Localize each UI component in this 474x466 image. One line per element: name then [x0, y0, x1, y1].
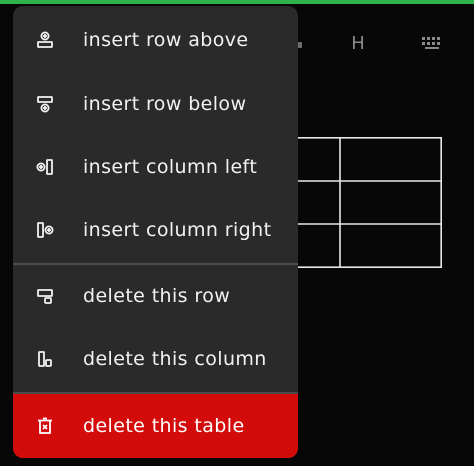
menu-item-label: insert column left [83, 155, 258, 178]
heading-button[interactable]: H [348, 33, 368, 55]
menu-item-label: delete this column [83, 347, 267, 370]
insert-column-left-icon [35, 157, 55, 177]
insert-row-below-icon [35, 94, 55, 114]
insert-row-below-item[interactable]: insert row below [13, 72, 298, 135]
menu-item-label: insert row below [83, 92, 247, 115]
delete-row-item[interactable]: delete this row [13, 264, 298, 327]
top-accent-bar [0, 0, 474, 4]
insert-row-above-icon [35, 30, 55, 50]
delete-table-icon [35, 416, 55, 436]
menu-item-label: insert column right [83, 218, 272, 241]
editor-screen: H insert row above insert row below inse… [0, 0, 474, 466]
delete-table-item[interactable]: delete this table [13, 394, 298, 458]
insert-column-right-icon [35, 220, 55, 240]
delete-column-icon [35, 349, 55, 369]
insert-column-right-item[interactable]: insert column right [13, 198, 298, 261]
delete-row-icon [35, 286, 55, 306]
menu-item-label: delete this row [83, 284, 231, 307]
insert-row-above-item[interactable]: insert row above [13, 8, 298, 71]
keyboard-icon[interactable] [421, 36, 443, 50]
menu-item-label: insert row above [83, 28, 249, 51]
menu-item-label: delete this table [83, 415, 245, 437]
table-context-menu: insert row above insert row below insert… [13, 6, 298, 458]
delete-column-item[interactable]: delete this column [13, 327, 298, 390]
heading-label: H [351, 33, 365, 54]
insert-column-left-item[interactable]: insert column left [13, 135, 298, 198]
